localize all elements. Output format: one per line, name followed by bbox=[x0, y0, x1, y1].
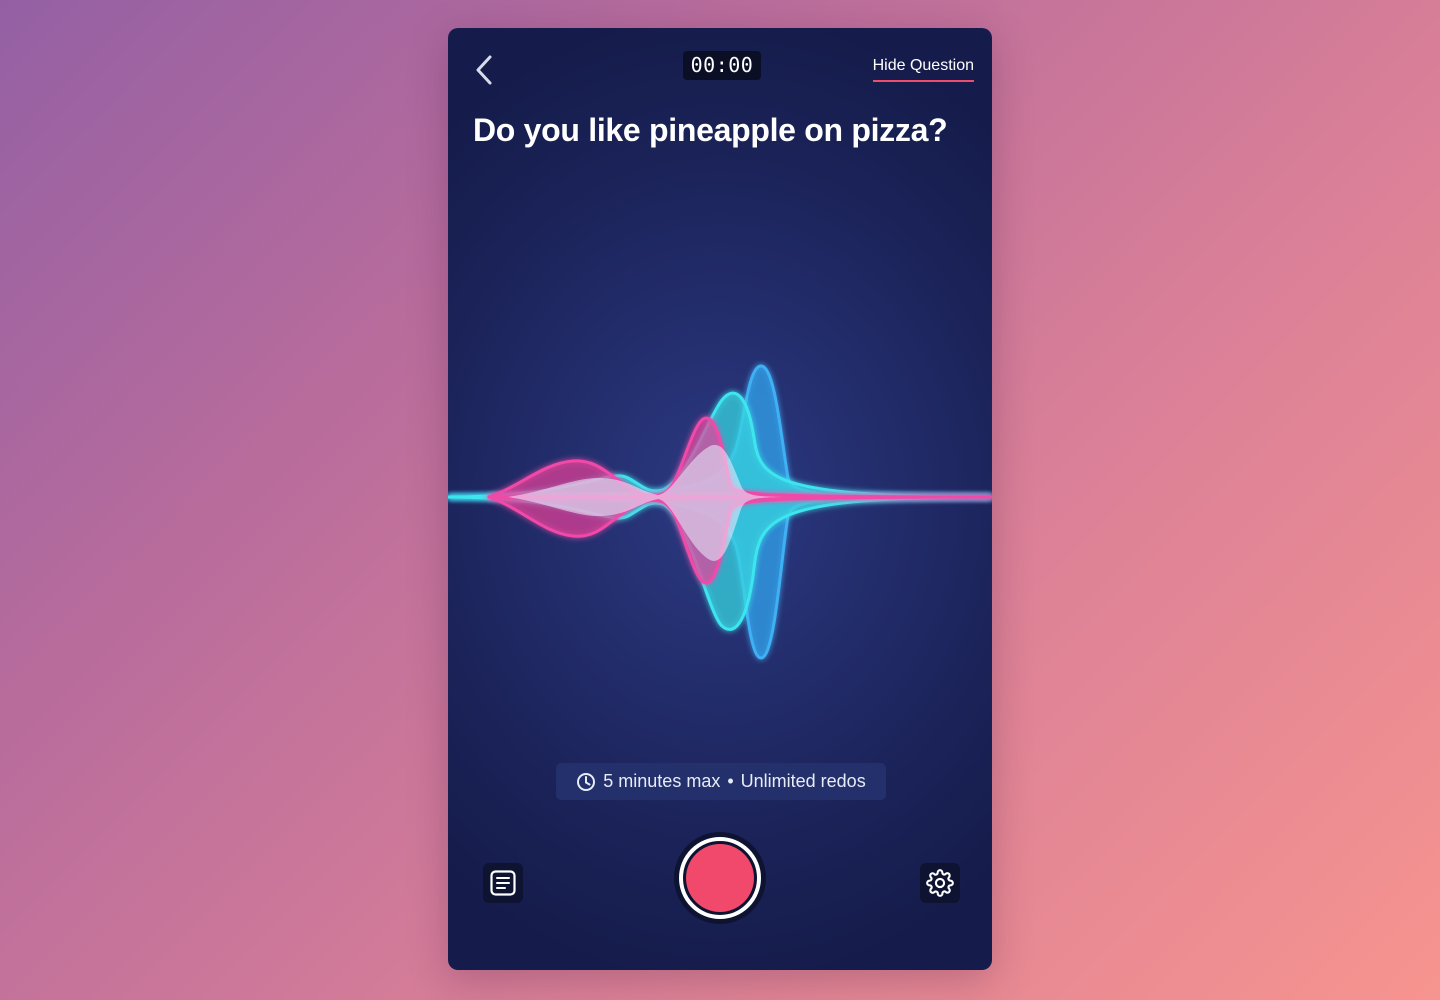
back-button[interactable] bbox=[468, 52, 500, 88]
question-title: Do you like pineapple on pizza? bbox=[473, 112, 948, 148]
clock-icon bbox=[576, 772, 596, 792]
settings-button[interactable] bbox=[920, 863, 960, 903]
notes-icon bbox=[490, 870, 516, 896]
recording-timer: 00:00 bbox=[683, 51, 761, 80]
chevron-left-icon bbox=[476, 55, 492, 85]
notes-button[interactable] bbox=[483, 863, 523, 903]
record-icon bbox=[686, 844, 754, 912]
record-ring bbox=[679, 837, 761, 919]
recording-limits-info: 5 minutes max • Unlimited redos bbox=[556, 763, 886, 800]
waveform-visualization bbox=[448, 364, 992, 660]
max-duration-text: 5 minutes max bbox=[603, 771, 721, 791]
record-button[interactable] bbox=[674, 832, 766, 924]
gear-icon bbox=[926, 869, 954, 897]
hide-question-link[interactable]: Hide Question bbox=[872, 55, 974, 82]
info-separator: • bbox=[727, 771, 734, 791]
recorder-panel: 00:00 Hide Question Do you like pineappl… bbox=[448, 28, 992, 970]
redos-text: Unlimited redos bbox=[740, 771, 866, 791]
